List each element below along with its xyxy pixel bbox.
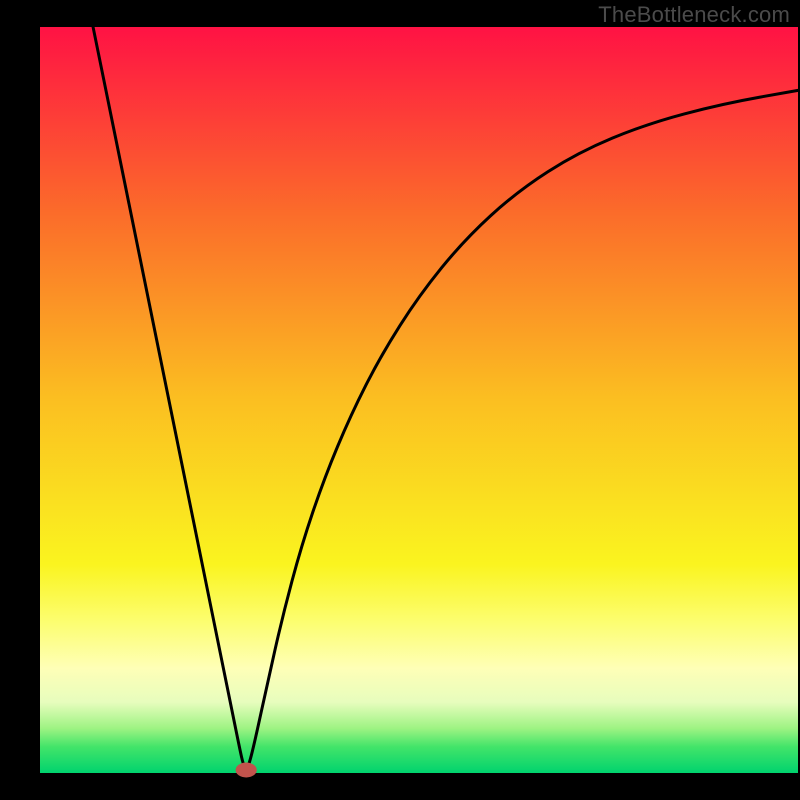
plot-background <box>40 27 798 773</box>
bottleneck-indicator <box>236 763 257 778</box>
watermark-text: TheBottleneck.com <box>598 2 790 28</box>
bottleneck-chart <box>0 0 800 800</box>
chart-frame: TheBottleneck.com <box>0 0 800 800</box>
